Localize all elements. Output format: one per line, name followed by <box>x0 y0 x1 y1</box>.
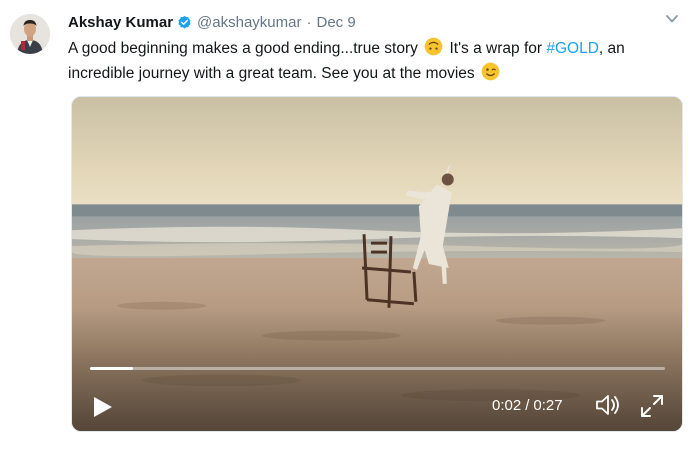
progress-fill <box>90 367 133 370</box>
tweet-date[interactable]: Dec 9 <box>316 14 355 31</box>
chevron-down-icon[interactable] <box>664 12 680 26</box>
avatar[interactable] <box>10 14 50 54</box>
duration: 0:27 <box>533 397 563 414</box>
winking-face-icon <box>481 62 500 81</box>
hashtag-link[interactable]: #GOLD <box>546 40 599 57</box>
avatar-image <box>10 14 50 54</box>
tweet-header: Akshay Kumar @akshaykumar · Dec 9 <box>68 12 356 32</box>
author-name[interactable]: Akshay Kumar <box>68 14 173 31</box>
current-time: 0:02 <box>492 397 522 414</box>
time-separator: / <box>525 397 530 414</box>
play-icon[interactable] <box>92 395 114 419</box>
video-player[interactable]: 0:02/0:27 <box>71 96 683 432</box>
volume-muted-icon[interactable] <box>594 393 622 417</box>
author-handle[interactable]: @akshaykumar <box>197 14 301 31</box>
upside-down-face-icon <box>424 37 443 56</box>
fullscreen-icon[interactable] <box>639 393 665 419</box>
tweet-text-part1: A good beginning makes a good ending...t… <box>68 40 418 57</box>
tweet-text: A good beginning makes a good ending...t… <box>68 36 693 86</box>
verified-badge-icon <box>178 15 191 28</box>
video-time: 0:02/0:27 <box>492 397 563 414</box>
header-separator: · <box>306 13 312 31</box>
progress-track[interactable] <box>90 367 665 370</box>
tweet-text-part2: It's a wrap for <box>449 40 547 57</box>
video-frame <box>72 97 682 431</box>
